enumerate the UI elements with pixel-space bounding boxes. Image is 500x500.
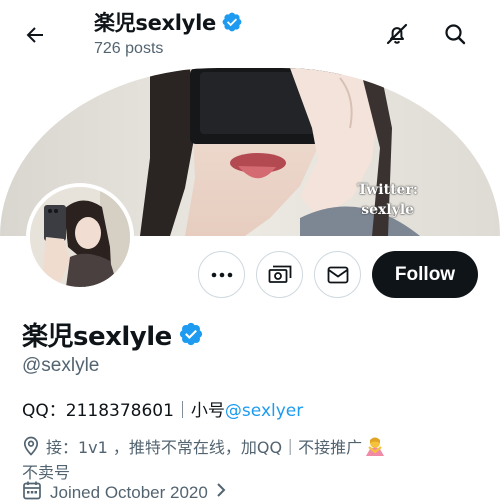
chevron-right-icon (216, 482, 226, 500)
header-title-block: 楽児sexlyle 726 posts (94, 8, 243, 58)
bio-alt-account-link[interactable]: @sexlyer (225, 401, 303, 421)
tip-button[interactable] (256, 251, 303, 298)
avatar-photo (30, 187, 130, 287)
profile-name: 楽児sexlyle (22, 321, 172, 352)
calendar-icon (22, 480, 42, 500)
back-button[interactable] (18, 18, 52, 52)
banner-watermark: Twitter: sexlyle (357, 180, 418, 220)
post-count: 726 posts (94, 40, 164, 57)
verified-badge-icon[interactable] (178, 321, 204, 347)
joined-date[interactable]: Joined October 2020 (22, 480, 226, 500)
joined-text: Joined October 2020 (50, 482, 208, 500)
bio-qq: QQ：2118378601 (22, 401, 174, 421)
profile-name-row: 楽児sexlyle (22, 316, 204, 352)
back-arrow-icon (26, 27, 43, 43)
profile-bio: QQ：2118378601｜小号@sexlyer (22, 396, 303, 421)
notifications-toggle-button[interactable] (379, 16, 415, 52)
search-icon (445, 24, 466, 45)
envelope-icon (327, 266, 348, 283)
profile-location: 接：1v1 ，推特不常在线，加QQ｜不接推广 不卖号 (22, 436, 492, 484)
tip-money-icon (268, 265, 291, 283)
bio-separator: ｜ (173, 401, 191, 421)
watermark-line-1: Twitter: (357, 182, 418, 198)
top-header: 楽児sexlyle 726 posts (0, 0, 500, 68)
message-button[interactable] (314, 251, 361, 298)
profile-handle: @sexlyle (22, 355, 100, 376)
location-text: 接：1v1 ，推特不常在线，加QQ｜不接推广 (46, 438, 363, 457)
more-options-button[interactable] (198, 251, 245, 298)
avatar[interactable] (26, 183, 134, 291)
verified-badge-icon (221, 11, 243, 33)
bio-alt-label: 小号 (190, 401, 225, 421)
location-pin-icon (22, 436, 40, 462)
more-dots-icon (211, 272, 232, 277)
watermark-line-2: sexlyle (361, 202, 415, 218)
search-button[interactable] (437, 16, 473, 52)
person-gesturing-no-icon (365, 436, 385, 462)
follow-button[interactable]: Follow (372, 251, 478, 298)
header-title: 楽児sexlyle (94, 11, 216, 35)
no-notifications-icon (386, 23, 408, 45)
